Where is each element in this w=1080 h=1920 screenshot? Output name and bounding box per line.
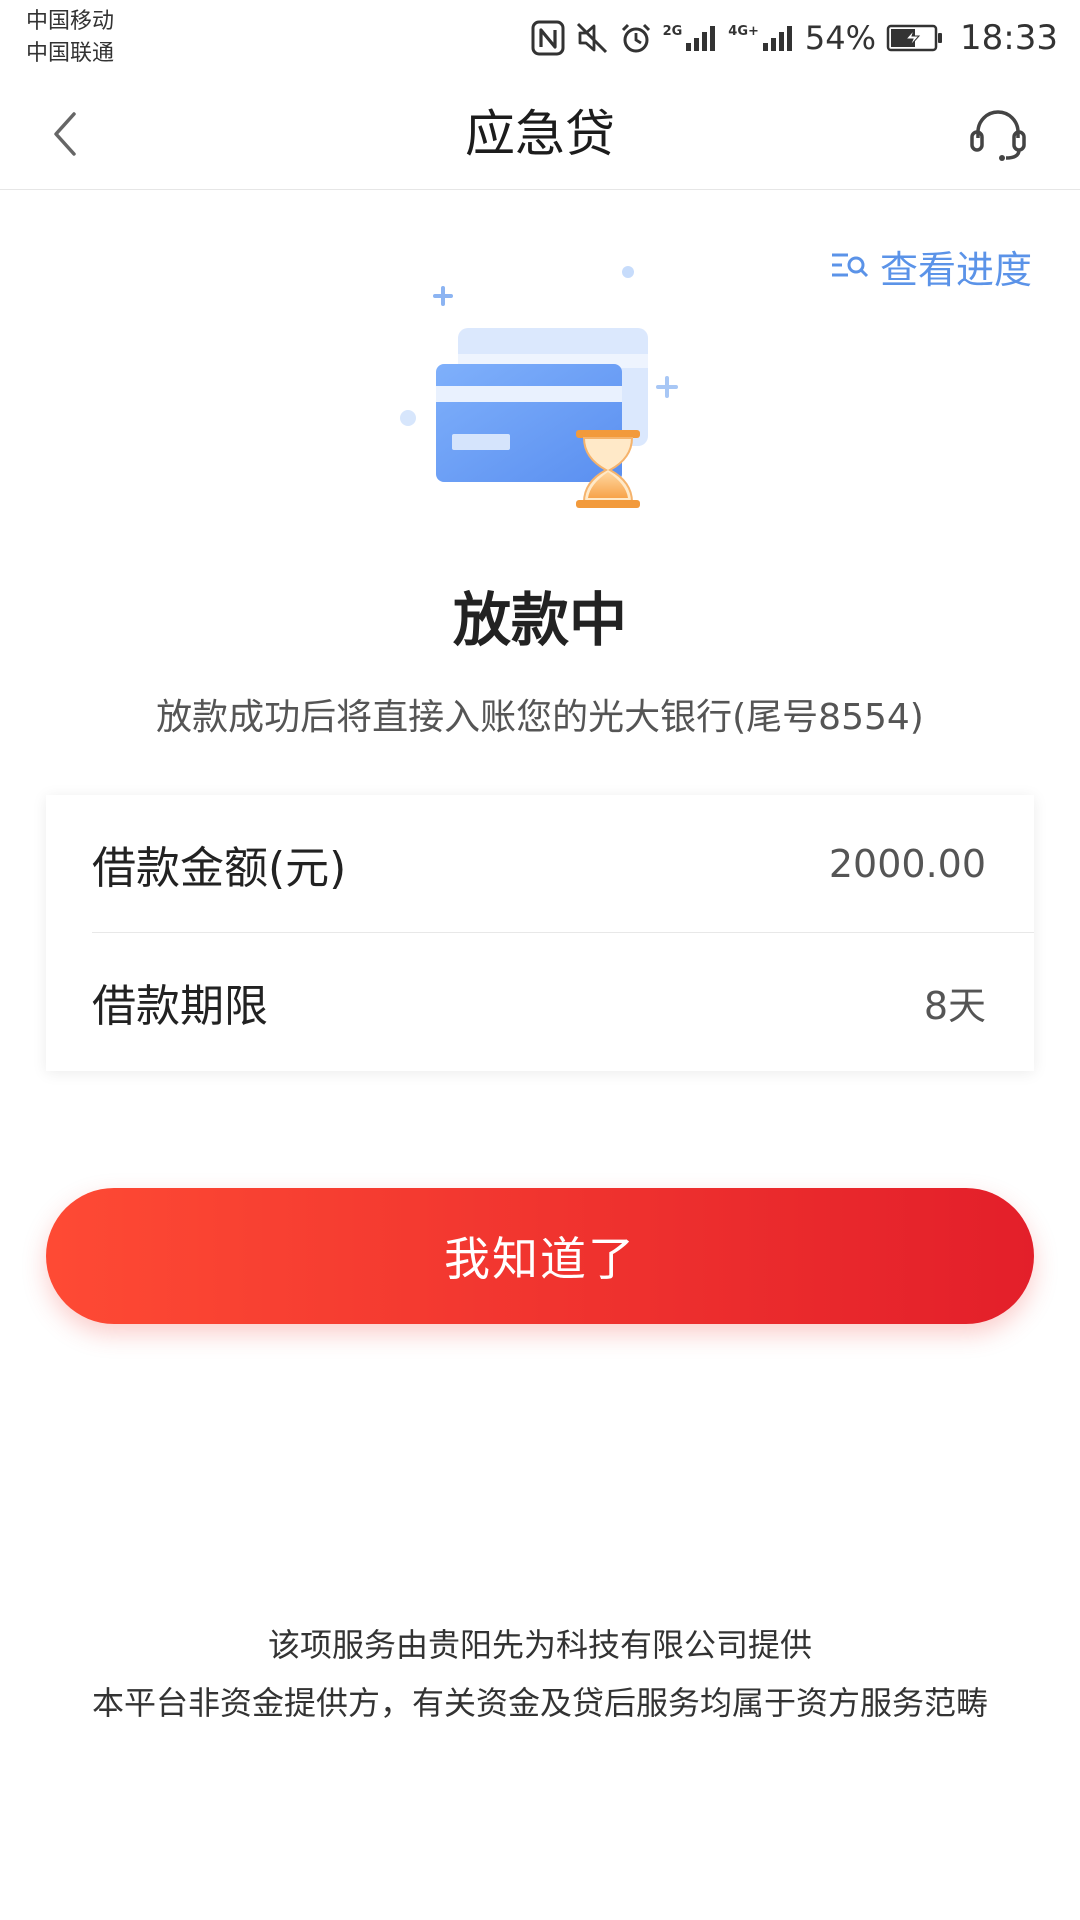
- loan-amount-value: 2000.00: [828, 841, 986, 886]
- loan-amount-label: 借款金额(元): [92, 842, 347, 894]
- footer-disclaimer-text: 本平台非资金提供方，有关资金及贷后服务均属于资方服务范畴: [91, 1684, 988, 1722]
- headset-icon: [970, 110, 1026, 161]
- card-hourglass-illustration: [390, 258, 690, 508]
- signal-2g-icon: 2G: [663, 23, 719, 53]
- network-type-1: 2G: [662, 24, 683, 39]
- status-bar: 中国移动 中国联通 2G 4G+ 54% 18:33: [0, 0, 1080, 78]
- carrier-1: 中国移动: [26, 9, 115, 34]
- carrier-info: 中国移动 中国联通: [26, 6, 114, 70]
- page-title: 应急贷: [465, 105, 615, 163]
- list-search-icon: [831, 253, 869, 278]
- battery-charging-icon: [886, 23, 944, 53]
- got-it-button[interactable]: 我知道了: [46, 1188, 1034, 1324]
- status-icons: 2G 4G+ 54% 18:33: [531, 14, 1058, 62]
- network-type-2: 4G+: [728, 24, 759, 39]
- clock: 18:33: [960, 18, 1058, 58]
- customer-service-button[interactable]: [966, 102, 1030, 166]
- bank-card-hourglass-icon: [400, 266, 678, 508]
- carrier-2: 中国联通: [26, 41, 115, 66]
- loan-details-card: 借款金额(元) 2000.00 借款期限 8天: [46, 795, 1034, 1071]
- navigation-bar: 应急贷: [0, 78, 1080, 190]
- signal-4g-icon: 4G+: [728, 23, 795, 53]
- loan-term-value: 8天: [923, 983, 986, 1028]
- alarm-icon: [619, 21, 653, 55]
- view-progress-label: 查看进度: [879, 247, 1032, 292]
- status-title: 放款中: [452, 586, 627, 654]
- nfc-icon: [531, 20, 565, 56]
- footer-provider-text: 该项服务由贵阳先为科技有限公司提供: [267, 1626, 812, 1664]
- battery-percentage: 54%: [804, 19, 877, 57]
- detail-row-term: 借款期限 8天: [92, 933, 1034, 1071]
- app-screen: 中国移动 中国联通 2G 4G+ 54% 18:33 应急贷 查看进度 放款中 …: [0, 0, 1080, 1920]
- mute-icon: [575, 21, 609, 55]
- footer-disclaimer: 该项服务由贵阳先为科技有限公司提供 本平台非资金提供方，有关资金及贷后服务均属于…: [0, 1616, 1080, 1732]
- view-progress-link[interactable]: 查看进度: [830, 240, 1032, 292]
- loan-term-label: 借款期限: [92, 981, 268, 1032]
- detail-row-amount: 借款金额(元) 2000.00: [92, 795, 1034, 933]
- status-description: 放款成功后将直接入账您的光大银行(尾号8554): [156, 697, 924, 738]
